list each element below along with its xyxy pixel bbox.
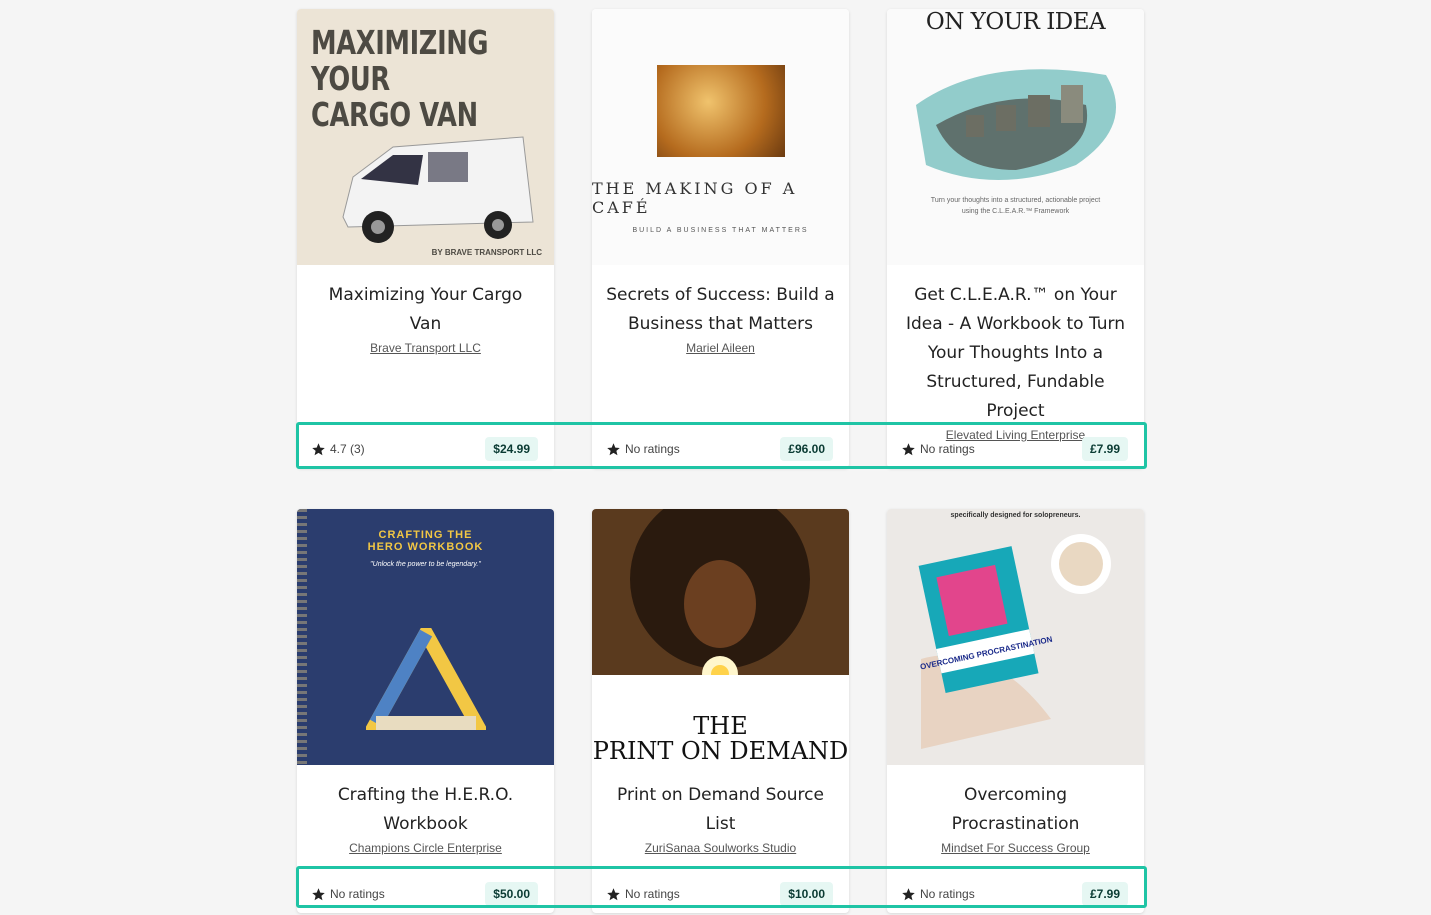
product-row-1: MAXIMIZING YOUR CARGO VAN BY BRAVE TRANS… [297, 9, 1145, 509]
product-title[interactable]: Print on Demand Source List [606, 781, 835, 839]
rating-text: No ratings [920, 442, 975, 456]
product-cover[interactable]: THE MAKING OF A CAFÉ BUILD A BUSINESS TH… [592, 9, 849, 265]
card-footer: No ratings $50.00 [297, 875, 554, 913]
price-badge: £7.99 [1081, 437, 1128, 461]
van-image [342, 136, 534, 243]
product-card[interactable]: specifically designed for solopreneurs. … [887, 509, 1144, 913]
rating: 4.7 (3) [311, 442, 365, 457]
card-footer: No ratings £96.00 [592, 430, 849, 468]
cover-quote: "Unlock the power to be legendary." [370, 561, 481, 568]
product-title[interactable]: Get C.L.E.A.R.™ on Your Idea - A Workboo… [901, 281, 1130, 426]
price-badge: $50.00 [485, 882, 538, 906]
product-cover[interactable]: ON YOUR IDEA Turn your thoughts into a s… [887, 9, 1144, 265]
rating-text: No ratings [625, 887, 680, 901]
star-icon [901, 442, 916, 457]
product-cover[interactable]: THE PRINT ON DEMAND [592, 509, 849, 765]
rating: No ratings [901, 887, 975, 902]
product-card[interactable]: THE PRINT ON DEMAND Print on Demand Sour… [592, 509, 849, 913]
product-cover[interactable]: CRAFTING THE HERO WORKBOOK "Unlock the p… [297, 509, 554, 765]
cover-title: ON YOUR IDEA [925, 9, 1106, 35]
product-card[interactable]: CRAFTING THE HERO WORKBOOK "Unlock the p… [297, 509, 554, 913]
rating-text: No ratings [330, 887, 385, 901]
cover-title: THE PRINT ON DEMAND [592, 712, 849, 765]
price-badge: $10.00 [780, 882, 833, 906]
product-cover[interactable]: MAXIMIZING YOUR CARGO VAN BY BRAVE TRANS… [297, 9, 554, 265]
author-link[interactable]: Brave Transport LLC [311, 341, 540, 355]
spiral-binding [297, 509, 307, 765]
product-cover[interactable]: specifically designed for solopreneurs. … [887, 509, 1144, 765]
cover-tagline: specifically designed for solopreneurs. [950, 512, 1081, 519]
product-title[interactable]: Overcoming Procrastination [901, 781, 1130, 839]
cover-byline: BY BRAVE TRANSPORT LLC [431, 248, 542, 257]
rating-text: No ratings [625, 442, 680, 456]
abstract-art [915, 69, 1116, 180]
cover-subtitle-2: using the C.L.E.A.R.™ Framework [961, 208, 1070, 215]
author-link[interactable]: Champions Circle Enterprise [311, 841, 540, 855]
star-icon [901, 887, 916, 902]
product-title[interactable]: Secrets of Success: Build a Business tha… [606, 281, 835, 339]
star-icon [311, 887, 326, 902]
cover-title: MAXIMIZING YOUR CARGO VAN [311, 23, 489, 134]
card-footer: No ratings $10.00 [592, 875, 849, 913]
card-footer: 4.7 (3) $24.99 [297, 430, 554, 468]
star-icon [311, 442, 326, 457]
card-footer: No ratings £7.99 [887, 430, 1144, 468]
triangle-logo [365, 628, 486, 730]
price-badge: £7.99 [1081, 882, 1128, 906]
product-title[interactable]: Maximizing Your Cargo Van [311, 281, 540, 339]
cover-subtitle: BUILD A BUSINESS THAT MATTERS [632, 226, 809, 234]
price-badge: $24.99 [485, 437, 538, 461]
product-card[interactable]: ON YOUR IDEA Turn your thoughts into a s… [887, 9, 1144, 468]
product-card[interactable]: THE MAKING OF A CAFÉ BUILD A BUSINESS TH… [592, 9, 849, 468]
cover-subtitle: Turn your thoughts into a structured, ac… [930, 197, 1101, 204]
rating-text: No ratings [920, 887, 975, 901]
rating: No ratings [606, 887, 680, 902]
cover-title: THE MAKING OF A CAFÉ [592, 178, 798, 217]
star-icon [606, 442, 621, 457]
rating: No ratings [311, 887, 385, 902]
rating: No ratings [901, 442, 975, 457]
rating-text: 4.7 (3) [330, 442, 365, 456]
cafe-photo [656, 64, 785, 157]
portrait-art [630, 509, 810, 692]
author-link[interactable]: Mindset For Success Group [901, 841, 1130, 855]
author-link[interactable]: ZuriSanaa Soulworks Studio [606, 841, 835, 855]
price-badge: £96.00 [780, 437, 833, 461]
rating: No ratings [606, 442, 680, 457]
product-row-2: CRAFTING THE HERO WORKBOOK "Unlock the p… [297, 509, 1145, 915]
product-card[interactable]: MAXIMIZING YOUR CARGO VAN BY BRAVE TRANS… [297, 9, 554, 468]
author-link[interactable]: Mariel Aileen [606, 341, 835, 355]
cover-title: CRAFTING THE HERO WORKBOOK [367, 529, 484, 553]
card-footer: No ratings £7.99 [887, 875, 1144, 913]
product-title[interactable]: Crafting the H.E.R.O. Workbook [311, 781, 540, 839]
product-grid: MAXIMIZING YOUR CARGO VAN BY BRAVE TRANS… [297, 9, 1145, 509]
star-icon [606, 887, 621, 902]
notebook-photo: OVERCOMING PROCRASTINATION [918, 534, 1111, 749]
